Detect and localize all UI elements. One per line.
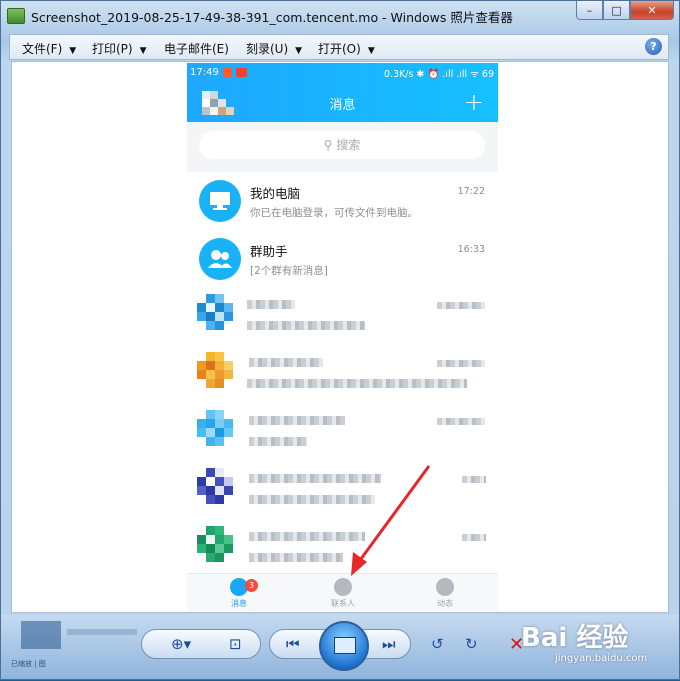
tab-label: 动态 xyxy=(437,599,453,608)
window-title: Screenshot_2019-08-25-17-49-38-391_com.t… xyxy=(31,10,513,25)
chevron-down-icon: ▼ xyxy=(69,46,77,56)
feeds-tab-icon xyxy=(436,578,454,596)
blurred-name xyxy=(247,300,295,309)
chat-time: 17:22 xyxy=(457,186,485,197)
blurred-time xyxy=(462,534,486,541)
rotate-right-icon[interactable]: ↻ xyxy=(465,636,478,652)
minimize-button[interactable]: – xyxy=(576,1,603,20)
chevron-down-icon: ▼ xyxy=(295,46,303,56)
displayed-phone-screenshot: 17:49 0.3K/s ✱ ⏰ .ıll .ıll ᯤ 69 消息 + ⚲ 搜索… xyxy=(187,63,498,611)
blurred-chat-item[interactable] xyxy=(187,288,498,346)
search-icon: ⚲ xyxy=(323,138,333,152)
blurred-message xyxy=(247,379,467,388)
actual-size-icon[interactable]: ⊡ xyxy=(229,636,242,652)
menu-file[interactable]: 文件(F) ▼ xyxy=(22,40,76,57)
blurred-time xyxy=(437,418,485,425)
contacts-tab-icon xyxy=(334,578,352,596)
menu-email-label: 电子邮件(E) xyxy=(164,42,229,56)
menu-open-label: 打开(O) xyxy=(318,42,361,56)
close-button[interactable]: ✕ xyxy=(630,1,674,20)
qq-header: 17:49 0.3K/s ✱ ⏰ .ıll .ıll ᯤ 69 消息 + xyxy=(187,63,498,122)
chat-message: [2个群有新消息] xyxy=(250,265,328,277)
window-controls: – □ ✕ xyxy=(576,1,674,21)
blurred-avatar xyxy=(197,526,243,572)
menu-burn[interactable]: 刻录(U) ▼ xyxy=(246,40,302,57)
baidu-watermark: Bai 经验 xyxy=(521,623,629,653)
blurred-avatar xyxy=(197,352,243,398)
notification-icon xyxy=(223,68,232,77)
blurred-message xyxy=(247,321,365,330)
bottom-tab-bar: 消息 3 联系人 动态 xyxy=(187,573,498,611)
header-title: 消息 xyxy=(329,98,356,113)
blurred-name xyxy=(249,474,381,483)
baidu-watermark-url: jingyan.baidu.com xyxy=(555,653,648,664)
menu-burn-label: 刻录(U) xyxy=(246,42,289,56)
blurred-name xyxy=(249,416,345,425)
tab-label: 联系人 xyxy=(331,599,355,608)
blurred-message xyxy=(249,495,375,504)
menu-bar: 文件(F) ▼ 打印(P) ▼ 电子邮件(E) 刻录(U) ▼ 打开(O) ▼ ? xyxy=(9,34,669,60)
blurred-chat-item[interactable] xyxy=(187,520,498,578)
zoom-icon[interactable]: ⊕▾ xyxy=(171,636,191,652)
blurred-avatar xyxy=(197,410,243,456)
help-icon[interactable]: ? xyxy=(645,38,662,55)
search-placeholder: 搜索 xyxy=(336,138,361,152)
preview-line xyxy=(67,629,137,635)
unread-badge: 3 xyxy=(245,579,258,592)
search-input[interactable]: ⚲ 搜索 xyxy=(199,131,485,159)
tab-label: 消息 xyxy=(231,599,247,608)
chat-message: 你已在电脑登录，可传文件到电脑。 xyxy=(250,207,418,219)
chat-item-my-computer[interactable]: 我的电脑 你已在电脑登录，可传文件到电脑。 17:22 xyxy=(187,172,498,230)
add-plus-icon[interactable]: + xyxy=(464,90,484,114)
status-time: 17:49 xyxy=(190,67,219,78)
menu-print[interactable]: 打印(P) ▼ xyxy=(92,40,147,57)
blurred-chat-item[interactable] xyxy=(187,346,498,404)
blurred-message xyxy=(249,437,307,446)
blurred-time xyxy=(462,476,486,483)
title-bar[interactable]: Screenshot_2019-08-25-17-49-38-391_com.t… xyxy=(1,1,679,31)
tab-messages[interactable]: 消息 3 xyxy=(209,578,269,609)
zoom-group xyxy=(141,629,261,659)
thumbnail-preview xyxy=(21,621,61,649)
blurred-avatar xyxy=(197,468,243,514)
status-indicators: 0.3K/s ✱ ⏰ .ıll .ıll ᯤ 69 xyxy=(383,69,494,80)
slideshow-icon xyxy=(334,637,356,654)
notification-icon xyxy=(236,68,247,77)
blurred-name xyxy=(249,532,365,541)
taskbar-preview xyxy=(9,619,149,659)
next-icon[interactable]: ⏭ xyxy=(382,636,396,652)
chevron-down-icon: ▼ xyxy=(367,46,375,56)
blurred-name xyxy=(249,358,323,367)
photo-viewer-app-icon xyxy=(7,8,25,24)
computer-icon xyxy=(199,180,241,222)
blurred-avatar xyxy=(197,294,243,340)
menu-email[interactable]: 电子邮件(E) xyxy=(164,40,229,57)
tab-contacts[interactable]: 联系人 xyxy=(313,578,373,609)
group-icon xyxy=(199,238,241,280)
menu-open[interactable]: 打开(O) ▼ xyxy=(318,40,375,57)
chevron-down-icon: ▼ xyxy=(139,46,147,56)
maximize-button[interactable]: □ xyxy=(603,1,630,20)
slideshow-button[interactable] xyxy=(319,621,369,671)
photo-viewer-window: Screenshot_2019-08-25-17-49-38-391_com.t… xyxy=(0,0,680,680)
status-text: 已缩放 | 图 xyxy=(11,660,46,668)
chat-name: 群助手 xyxy=(250,244,288,259)
chat-time: 16:33 xyxy=(457,244,485,255)
blurred-time xyxy=(437,302,485,309)
rotate-left-icon[interactable]: ↺ xyxy=(431,636,444,652)
menu-file-label: 文件(F) xyxy=(22,42,63,56)
blurred-chat-item[interactable] xyxy=(187,462,498,520)
blurred-message xyxy=(249,553,343,562)
blurred-time xyxy=(437,360,485,367)
search-area: ⚲ 搜索 xyxy=(187,122,498,172)
tab-feeds[interactable]: 动态 xyxy=(415,578,475,609)
blurred-chat-item[interactable] xyxy=(187,404,498,462)
previous-icon[interactable]: ⏮ xyxy=(286,636,300,652)
chat-item-group-helper[interactable]: 群助手 [2个群有新消息] 16:33 xyxy=(187,230,498,288)
menu-print-label: 打印(P) xyxy=(92,42,133,56)
chat-name: 我的电脑 xyxy=(250,186,301,201)
